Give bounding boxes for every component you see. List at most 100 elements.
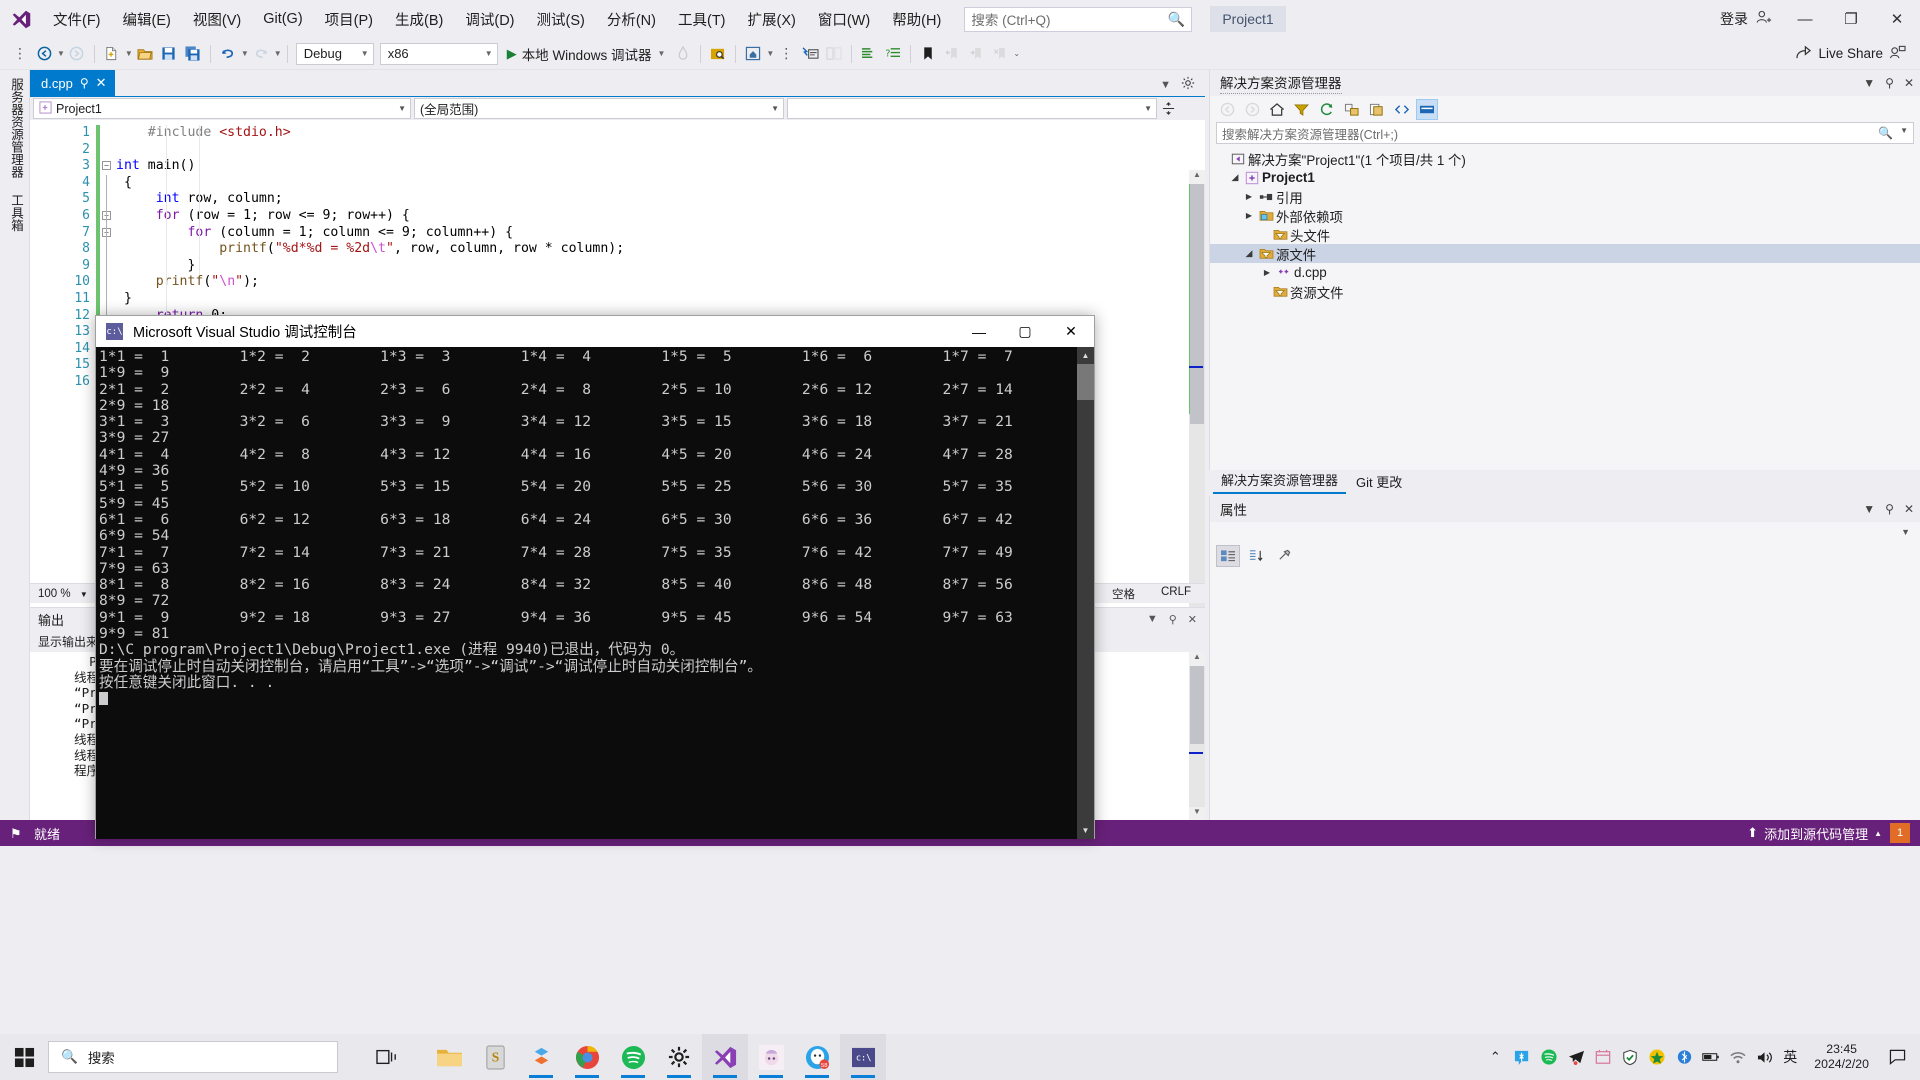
- console-maximize-button[interactable]: ▢: [1002, 316, 1048, 347]
- menu-tools[interactable]: 工具(T): [667, 5, 737, 34]
- start-button[interactable]: [0, 1034, 48, 1080]
- redo-dropdown-icon[interactable]: ▼: [274, 49, 282, 58]
- toolbar-overflow-icon[interactable]: ⌄: [1013, 49, 1020, 58]
- spotify-icon[interactable]: [610, 1034, 656, 1080]
- search-in-files-icon[interactable]: [706, 42, 730, 66]
- tree-row-external-dependencies[interactable]: ▶ 外部依赖项: [1210, 206, 1920, 225]
- console-taskbar-icon[interactable]: c:\: [840, 1034, 886, 1080]
- compare-files-icon[interactable]: [822, 42, 846, 66]
- close-icon[interactable]: ✕: [96, 75, 107, 91]
- back-icon[interactable]: [1216, 99, 1238, 120]
- hot-reload-icon[interactable]: [671, 42, 695, 66]
- scrollbar-thumb[interactable]: [1190, 666, 1204, 744]
- scroll-down-arrow-icon[interactable]: ▼: [1189, 807, 1205, 821]
- home-dropdown-icon[interactable]: ▼: [766, 49, 774, 58]
- tray-calendar-icon[interactable]: [1594, 1048, 1612, 1066]
- file-explorer-button[interactable]: [426, 1034, 472, 1080]
- new-file-dropdown-icon[interactable]: ▼: [125, 49, 133, 58]
- menu-file[interactable]: 文件(F): [42, 5, 112, 34]
- taskbar-clock[interactable]: 23:45 2024/2/20: [1806, 1042, 1877, 1072]
- tray-expand-chevron-icon[interactable]: ⌃: [1486, 1048, 1504, 1066]
- view-code-icon[interactable]: [1391, 99, 1413, 120]
- tree-expander[interactable]: ▶: [1242, 192, 1256, 201]
- tab-solution-explorer[interactable]: 解决方案资源管理器: [1213, 467, 1347, 494]
- quick-launch-search[interactable]: 搜索 (Ctrl+Q) 🔍: [964, 6, 1193, 32]
- editor-eol-indicator[interactable]: CRLF: [1161, 586, 1191, 602]
- sign-in-button[interactable]: 登录: [1710, 9, 1782, 29]
- menu-debug[interactable]: 调试(D): [454, 5, 525, 34]
- bookmark-icon[interactable]: [916, 42, 940, 66]
- navigate-back-dropdown-icon[interactable]: ▼: [57, 49, 65, 58]
- forward-icon[interactable]: [1241, 99, 1263, 120]
- refresh-icon[interactable]: [1316, 99, 1338, 120]
- tray-telegram-icon[interactable]: [1567, 1048, 1585, 1066]
- live-share-button[interactable]: Live Share: [1795, 45, 1920, 63]
- tray-battery-icon[interactable]: [1702, 1048, 1720, 1066]
- next-bookmark-icon[interactable]: [964, 42, 988, 66]
- chevron-down-icon[interactable]: ▼: [1160, 79, 1171, 91]
- menu-project[interactable]: 项目(P): [314, 5, 384, 34]
- navbar-member-combo[interactable]: ▼: [787, 98, 1157, 119]
- navbar-project-combo[interactable]: Project1 ▼: [33, 98, 411, 119]
- scroll-down-arrow-icon[interactable]: ▼: [1077, 822, 1094, 839]
- close-icon[interactable]: ✕: [1188, 613, 1197, 626]
- tray-wifi-icon[interactable]: [1729, 1048, 1747, 1066]
- undo-dropdown-icon[interactable]: ▼: [241, 49, 249, 58]
- taskbar-search-box[interactable]: 🔍 搜索: [48, 1041, 338, 1073]
- close-icon[interactable]: ✕: [1904, 76, 1914, 90]
- pin-icon[interactable]: ⚲: [1169, 613, 1177, 626]
- pin-icon[interactable]: ⚲: [1885, 502, 1894, 516]
- start-debugging-button[interactable]: ▶ 本地 Windows 调试器 ▼: [501, 44, 672, 64]
- settings-gear-icon[interactable]: [656, 1034, 702, 1080]
- scrollbar-thumb[interactable]: [1077, 364, 1094, 400]
- menu-window[interactable]: 窗口(W): [807, 5, 881, 34]
- output-vertical-scrollbar[interactable]: ▲ ▼: [1189, 652, 1205, 821]
- tray-ime-indicator[interactable]: 英: [1783, 1048, 1797, 1066]
- menu-edit[interactable]: 编辑(E): [112, 5, 182, 34]
- window-close-button[interactable]: ✕: [1874, 0, 1920, 38]
- console-window[interactable]: c:\ Microsoft Visual Studio 调试控制台 — ▢ ✕ …: [95, 315, 1095, 839]
- navigate-back-button[interactable]: [32, 42, 56, 66]
- chevron-down-icon[interactable]: ▼: [1147, 613, 1158, 625]
- add-to-source-control-button[interactable]: ⬆ 添加到源代码管理 ▲: [1747, 824, 1882, 843]
- show-all-files-icon[interactable]: [1366, 99, 1388, 120]
- tray-bluetooth-icon[interactable]: [1675, 1048, 1693, 1066]
- menu-view[interactable]: 视图(V): [182, 5, 252, 34]
- solution-configuration-combo[interactable]: Debug ▼: [295, 42, 374, 65]
- tree-row-d-cpp[interactable]: ▶ d.cpp: [1210, 263, 1920, 282]
- tab-git-changes[interactable]: Git 更改: [1348, 469, 1410, 494]
- menu-extensions[interactable]: 扩展(X): [737, 5, 807, 34]
- close-icon[interactable]: ✕: [1904, 502, 1914, 516]
- tray-volume-icon[interactable]: [1756, 1048, 1774, 1066]
- sidebar-item-toolbox[interactable]: 工具箱: [0, 186, 33, 240]
- sidebar-item-server-explorer[interactable]: 服务器资源管理器: [0, 70, 33, 186]
- properties-object-combo[interactable]: ▼: [1210, 522, 1920, 542]
- solution-platform-combo[interactable]: x86 ▼: [379, 42, 498, 65]
- navigate-to-icon[interactable]: [798, 42, 822, 66]
- scroll-up-arrow-icon[interactable]: ▲: [1189, 170, 1205, 184]
- clear-bookmarks-icon[interactable]: [988, 42, 1012, 66]
- uncomment-selection-icon[interactable]: ?: [881, 42, 905, 66]
- scroll-up-arrow-icon[interactable]: ▲: [1189, 652, 1205, 666]
- comment-selection-icon[interactable]: [857, 42, 881, 66]
- console-close-button[interactable]: ✕: [1048, 316, 1094, 347]
- chevron-down-icon[interactable]: ▼: [1863, 76, 1875, 90]
- console-minimize-button[interactable]: —: [956, 316, 1002, 347]
- tree-row-header-files[interactable]: 头文件: [1210, 225, 1920, 244]
- scroll-up-arrow-icon[interactable]: ▲: [1077, 347, 1094, 364]
- home-window-icon[interactable]: [741, 42, 765, 66]
- app-icon-s[interactable]: S: [472, 1034, 518, 1080]
- tree-expander[interactable]: ▶: [1260, 268, 1274, 277]
- tree-expander[interactable]: ▶: [1242, 211, 1256, 220]
- editor-spaces-indicator[interactable]: 空格: [1112, 586, 1135, 602]
- tray-bluetooth-send-icon[interactable]: [1513, 1048, 1531, 1066]
- collapse-all-icon[interactable]: [1341, 99, 1363, 120]
- chevron-down-icon[interactable]: ▼: [1863, 502, 1875, 516]
- pin-icon[interactable]: ⚲: [1885, 76, 1894, 90]
- open-file-icon[interactable]: [133, 42, 157, 66]
- scrollbar-thumb[interactable]: [1190, 184, 1204, 424]
- navigate-forward-button[interactable]: [65, 42, 89, 66]
- menu-help[interactable]: 帮助(H): [881, 5, 952, 34]
- home-icon[interactable]: [1266, 99, 1288, 120]
- chrome-icon[interactable]: [564, 1034, 610, 1080]
